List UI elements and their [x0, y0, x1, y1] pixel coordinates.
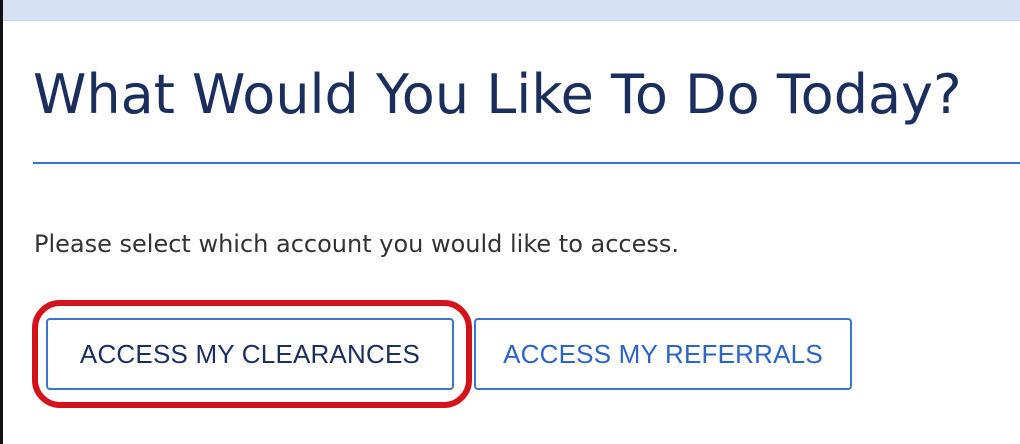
page-frame: What Would You Like To Do Today? Please … [0, 0, 1020, 444]
top-bar [3, 0, 1020, 21]
instruction-text: Please select which account you would li… [34, 230, 680, 258]
title-divider [33, 162, 1020, 164]
access-referrals-button[interactable]: ACCESS MY REFERRALS [474, 318, 852, 390]
access-clearances-button[interactable]: ACCESS MY CLEARANCES [46, 318, 454, 390]
page-title: What Would You Like To Do Today? [33, 63, 962, 126]
